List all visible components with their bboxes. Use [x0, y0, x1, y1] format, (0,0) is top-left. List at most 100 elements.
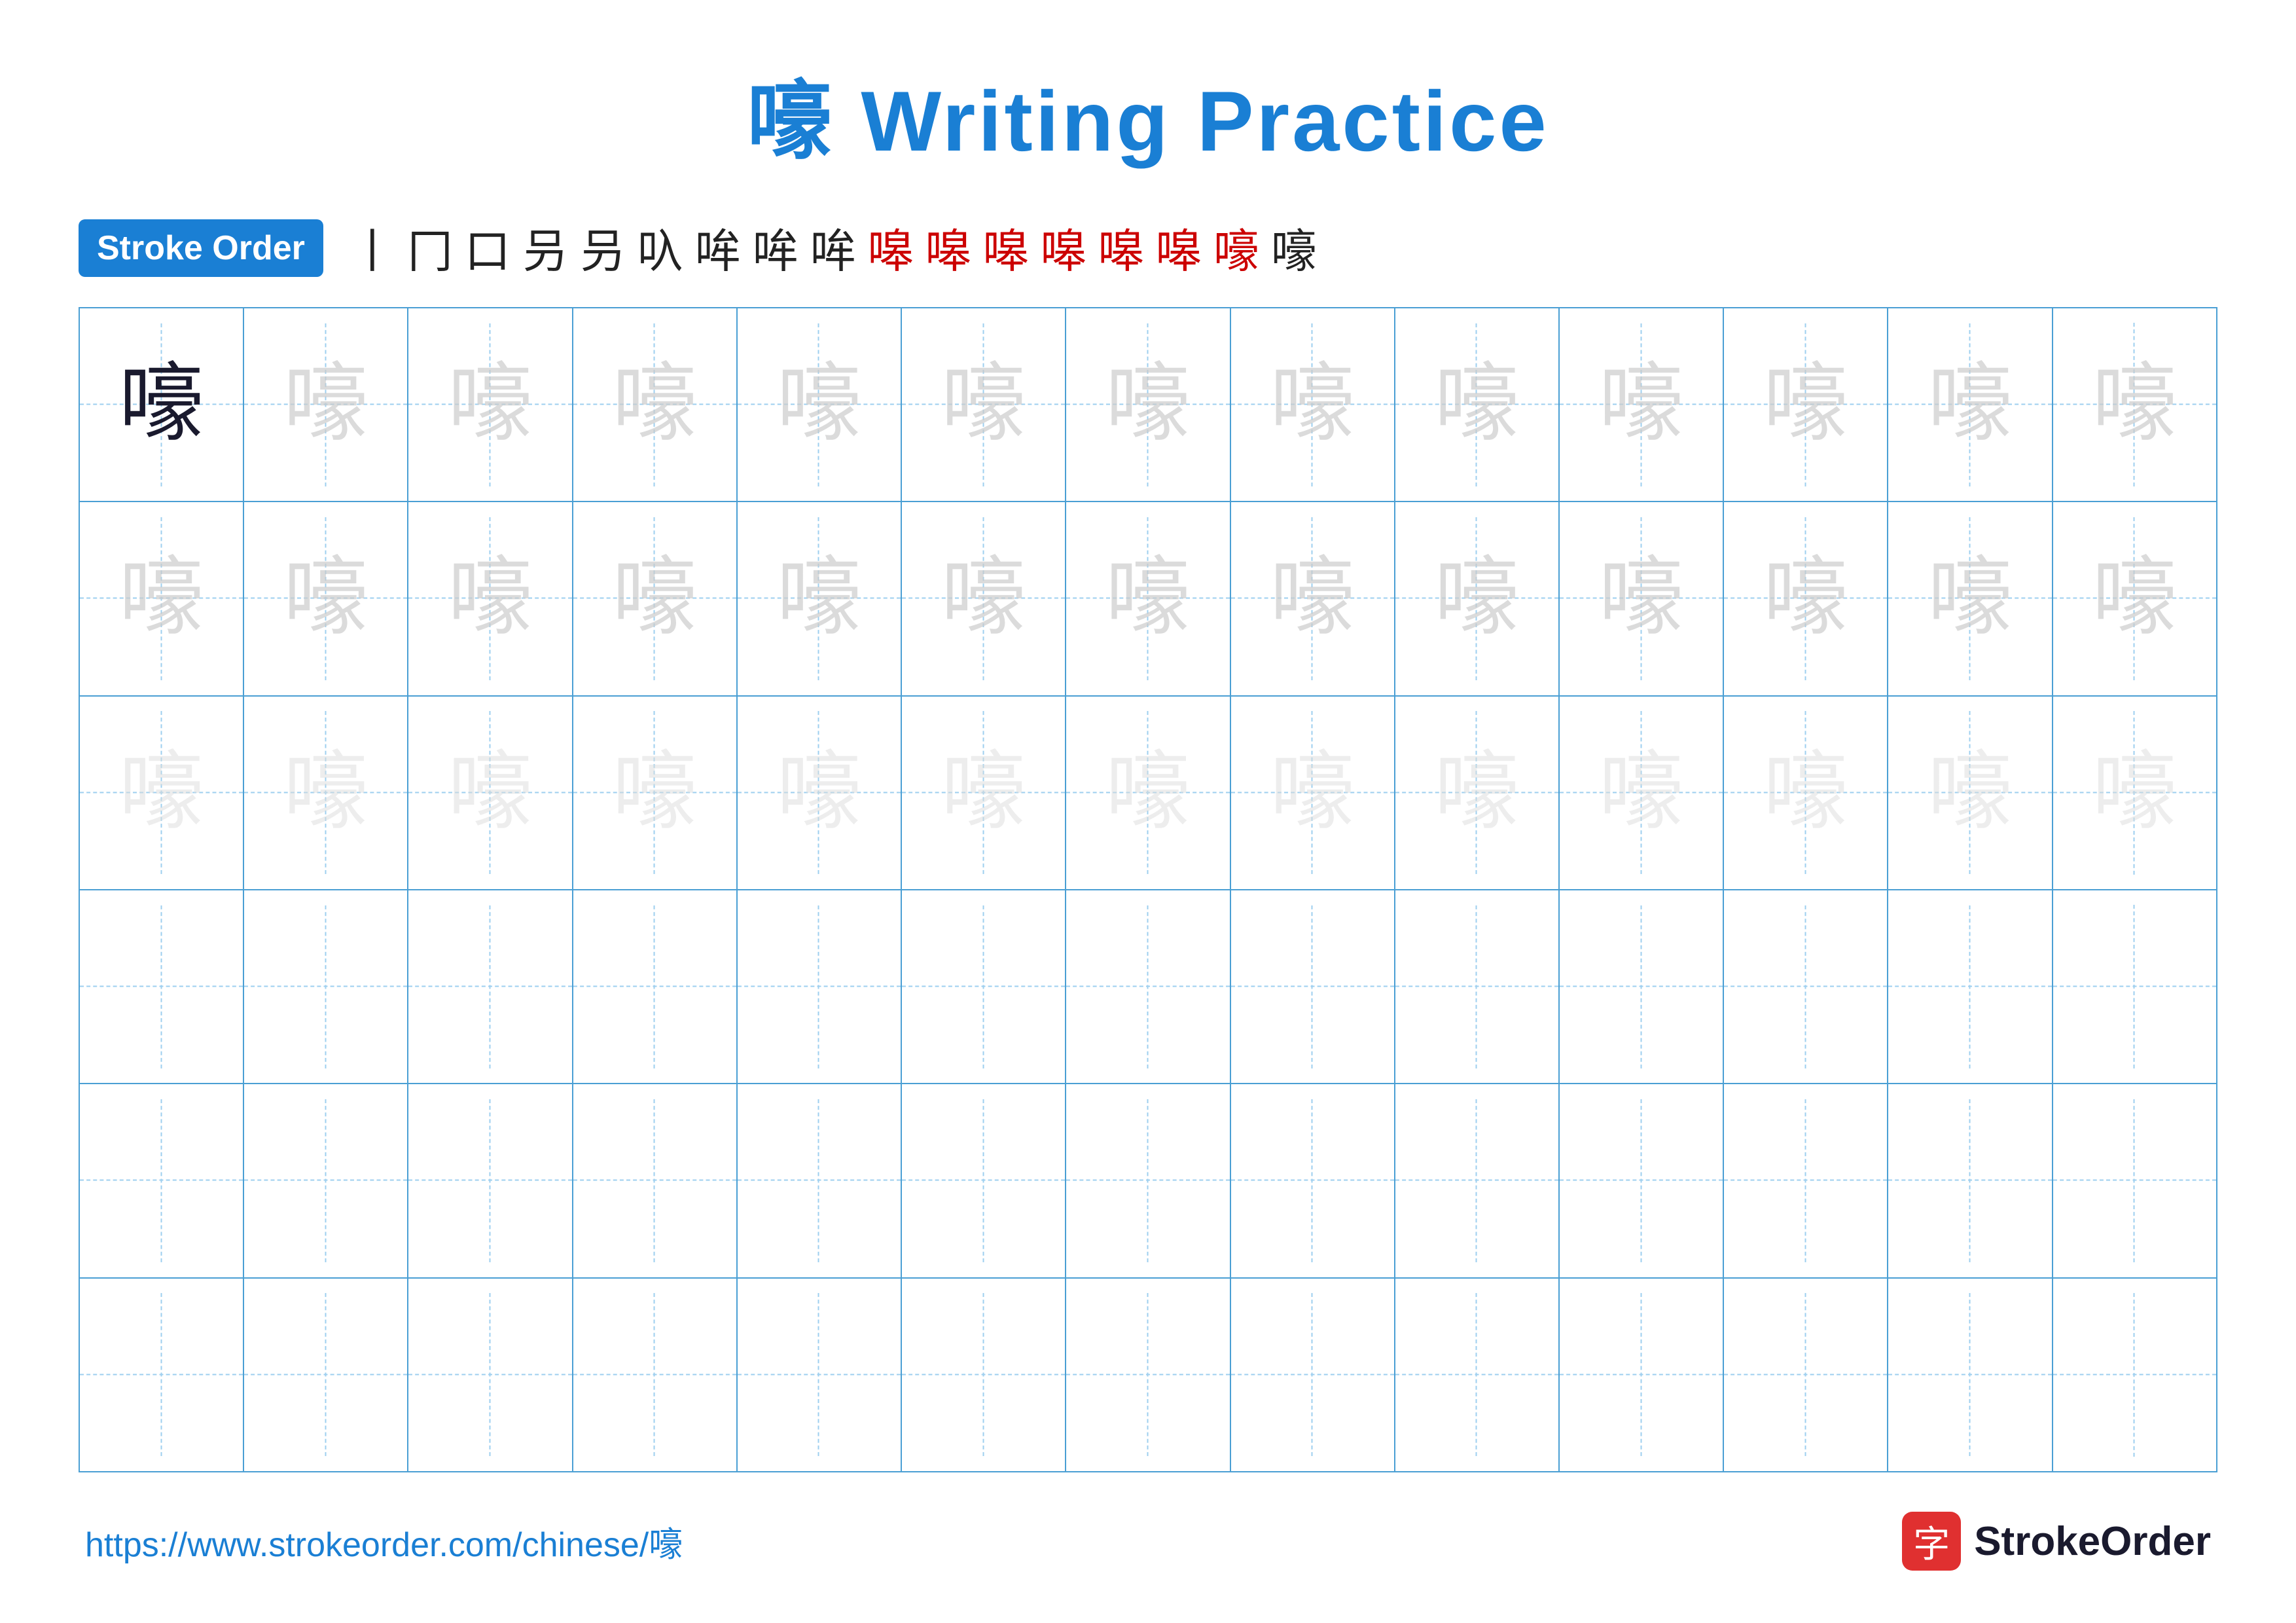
grid-cell[interactable]: 嚎: [408, 501, 572, 695]
grid-cell[interactable]: 嚎: [1888, 501, 2052, 695]
grid-cell[interactable]: [573, 890, 737, 1084]
stroke-step-13: 嗥: [1098, 215, 1144, 281]
practice-char: 嚎: [119, 750, 204, 835]
grid-cell[interactable]: [901, 890, 1066, 1084]
grid-cell[interactable]: 嚎: [901, 501, 1066, 695]
grid-cell[interactable]: 嚎: [243, 501, 408, 695]
grid-cell[interactable]: [1888, 1278, 2052, 1472]
grid-cell[interactable]: [1230, 1084, 1395, 1277]
footer-url[interactable]: https://www.strokeorder.com/chinese/嚎: [85, 1517, 683, 1566]
grid-cell[interactable]: 嚎: [79, 308, 243, 501]
grid-cell[interactable]: [1723, 1084, 1888, 1277]
logo-icon: 字: [1902, 1512, 1961, 1571]
grid-cell[interactable]: 嚎: [1559, 308, 1723, 501]
grid-cell[interactable]: [1723, 1278, 1888, 1472]
stroke-step-1: 冂: [407, 215, 453, 281]
grid-cell[interactable]: 嚎: [408, 696, 572, 890]
grid-cell[interactable]: 嚎: [1066, 501, 1230, 695]
grid-cell[interactable]: 嚎: [79, 501, 243, 695]
grid-cell[interactable]: 嚎: [1888, 308, 2052, 501]
grid-cell[interactable]: 嚎: [1559, 501, 1723, 695]
practice-char: 嚎: [1763, 556, 1848, 641]
grid-cell[interactable]: [1395, 1084, 1559, 1277]
grid-cell[interactable]: 嚎: [1230, 696, 1395, 890]
practice-char: 嚎: [2092, 750, 2177, 835]
grid-cell[interactable]: 嚎: [1723, 308, 1888, 501]
grid-cell[interactable]: [243, 1278, 408, 1472]
grid-cell[interactable]: 嚎: [1723, 501, 1888, 695]
grid-cell[interactable]: [1888, 1084, 2052, 1277]
grid-cell[interactable]: [243, 1084, 408, 1277]
practice-char: 嚎: [119, 362, 204, 447]
grid-cell[interactable]: [408, 1084, 572, 1277]
grid-cell[interactable]: 嚎: [1559, 696, 1723, 890]
practice-char: 嚎: [448, 362, 533, 447]
grid-cell[interactable]: [737, 890, 901, 1084]
practice-char: 嚎: [941, 362, 1026, 447]
practice-char: 嚎: [1599, 362, 1684, 447]
practice-char: 嚎: [119, 556, 204, 641]
grid-cell[interactable]: [408, 890, 572, 1084]
grid-cell[interactable]: [2053, 890, 2217, 1084]
grid-cell[interactable]: 嚎: [1723, 696, 1888, 890]
grid-cell[interactable]: [243, 890, 408, 1084]
grid-cell[interactable]: [2053, 1084, 2217, 1277]
grid-cell[interactable]: [2053, 1278, 2217, 1472]
grid-cell[interactable]: 嚎: [1230, 308, 1395, 501]
grid-cell[interactable]: 嚎: [79, 696, 243, 890]
grid-cell[interactable]: [901, 1084, 1066, 1277]
practice-char: 嚎: [1928, 556, 2013, 641]
grid-cell[interactable]: [1230, 890, 1395, 1084]
grid-cell[interactable]: 嚎: [2053, 696, 2217, 890]
practice-char: 嚎: [1763, 750, 1848, 835]
grid-cell[interactable]: 嚎: [1230, 501, 1395, 695]
grid-cell[interactable]: [1723, 890, 1888, 1084]
footer: https://www.strokeorder.com/chinese/嚎 字 …: [79, 1512, 2217, 1571]
grid-cell[interactable]: 嚎: [573, 501, 737, 695]
grid-row-1: 嚎嚎嚎嚎嚎嚎嚎嚎嚎嚎嚎嚎嚎: [79, 501, 2217, 695]
practice-char: 嚎: [1928, 750, 2013, 835]
stroke-step-8: 哞: [810, 215, 856, 281]
grid-cell[interactable]: 嚎: [2053, 501, 2217, 695]
stroke-step-5: 叺: [637, 215, 683, 281]
grid-cell[interactable]: [1888, 890, 2052, 1084]
grid-cell[interactable]: 嚎: [243, 696, 408, 890]
grid-cell[interactable]: [1066, 1278, 1230, 1472]
grid-cell[interactable]: [901, 1278, 1066, 1472]
grid-cell[interactable]: [737, 1278, 901, 1472]
grid-cell[interactable]: [1559, 1278, 1723, 1472]
grid-cell[interactable]: [737, 1084, 901, 1277]
grid-cell[interactable]: [573, 1278, 737, 1472]
grid-cell[interactable]: [1066, 1084, 1230, 1277]
grid-cell[interactable]: [79, 1278, 243, 1472]
grid-cell[interactable]: 嚎: [573, 696, 737, 890]
grid-cell[interactable]: [1395, 890, 1559, 1084]
grid-cell[interactable]: 嚎: [737, 696, 901, 890]
grid-cell[interactable]: 嚎: [1888, 696, 2052, 890]
grid-cell[interactable]: 嚎: [2053, 308, 2217, 501]
grid-row-0: 嚎嚎嚎嚎嚎嚎嚎嚎嚎嚎嚎嚎嚎: [79, 308, 2217, 501]
grid-cell[interactable]: 嚎: [408, 308, 572, 501]
grid-cell[interactable]: 嚎: [1395, 696, 1559, 890]
grid-cell[interactable]: 嚎: [1066, 696, 1230, 890]
stroke-step-10: 嗥: [925, 215, 971, 281]
grid-cell[interactable]: 嚎: [737, 308, 901, 501]
grid-cell[interactable]: [408, 1278, 572, 1472]
grid-cell[interactable]: 嚎: [1395, 501, 1559, 695]
grid-cell[interactable]: 嚎: [901, 696, 1066, 890]
grid-cell[interactable]: [1559, 890, 1723, 1084]
grid-cell[interactable]: [1395, 1278, 1559, 1472]
grid-cell[interactable]: [79, 1084, 243, 1277]
grid-cell[interactable]: [1066, 890, 1230, 1084]
grid-cell[interactable]: [573, 1084, 737, 1277]
grid-cell[interactable]: [1230, 1278, 1395, 1472]
grid-cell[interactable]: 嚎: [1066, 308, 1230, 501]
grid-cell[interactable]: 嚎: [243, 308, 408, 501]
grid-cell[interactable]: 嚎: [1395, 308, 1559, 501]
grid-cell[interactable]: [79, 890, 243, 1084]
grid-cell[interactable]: 嚎: [901, 308, 1066, 501]
grid-cell[interactable]: [1559, 1084, 1723, 1277]
grid-cell[interactable]: 嚎: [573, 308, 737, 501]
grid-cell[interactable]: 嚎: [737, 501, 901, 695]
page: 嚎 Writing Practice Stroke Order 丨冂口叧叧叺哞哞…: [0, 0, 2296, 1623]
